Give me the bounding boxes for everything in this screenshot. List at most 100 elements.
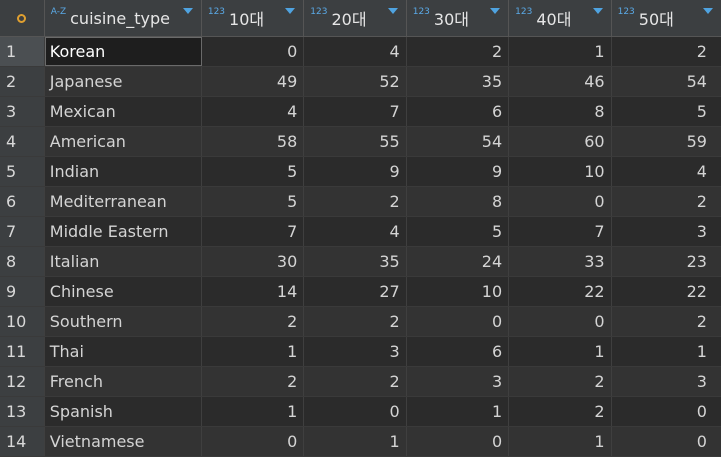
column-header-50s[interactable]: 123 50대 — [612, 0, 721, 36]
cell-cuisine-type[interactable]: French — [45, 367, 202, 396]
cell-count[interactable]: 2 — [304, 367, 407, 396]
cell-count[interactable]: 2 — [304, 307, 407, 336]
cell-count[interactable]: 2 — [202, 307, 305, 336]
sort-arrow-icon[interactable] — [592, 8, 603, 14]
cell-count[interactable]: 7 — [304, 97, 407, 126]
row-number[interactable]: 7 — [0, 217, 45, 246]
cell-count[interactable]: 27 — [304, 277, 407, 306]
cell-count[interactable]: 1 — [509, 37, 612, 66]
table-row[interactable]: 4 American 58 55 54 60 59 — [0, 127, 721, 157]
column-header-10s[interactable]: 123 10대 — [202, 0, 305, 36]
row-number[interactable]: 8 — [0, 247, 45, 276]
cell-count[interactable]: 2 — [407, 37, 510, 66]
cell-count[interactable]: 60 — [509, 127, 612, 156]
cell-count[interactable]: 46 — [509, 67, 612, 96]
cell-count[interactable]: 54 — [407, 127, 510, 156]
cell-count[interactable]: 23 — [612, 247, 721, 276]
cell-count[interactable]: 7 — [202, 217, 305, 246]
cell-count[interactable]: 4 — [304, 217, 407, 246]
table-row[interactable]: 7 Middle Eastern 7 4 5 7 3 — [0, 217, 721, 247]
row-number[interactable]: 11 — [0, 337, 45, 366]
cell-count[interactable]: 58 — [202, 127, 305, 156]
cell-cuisine-type[interactable]: Mexican — [45, 97, 202, 126]
cell-count[interactable]: 5 — [202, 187, 305, 216]
table-row[interactable]: 3 Mexican 4 7 6 8 5 — [0, 97, 721, 127]
sort-arrow-icon[interactable] — [182, 8, 193, 14]
cell-count[interactable]: 2 — [509, 367, 612, 396]
cell-count[interactable]: 1 — [509, 337, 612, 366]
cell-count[interactable]: 9 — [304, 157, 407, 186]
cell-count[interactable]: 1 — [509, 427, 612, 456]
cell-count[interactable]: 0 — [612, 427, 721, 456]
cell-cuisine-type[interactable]: Vietnamese — [45, 427, 202, 456]
cell-count[interactable]: 0 — [407, 307, 510, 336]
sort-arrow-icon[interactable] — [387, 8, 398, 14]
cell-count[interactable]: 6 — [407, 337, 510, 366]
cell-count[interactable]: 22 — [612, 277, 721, 306]
table-row[interactable]: 14 Vietnamese 0 1 0 1 0 — [0, 427, 721, 457]
table-row[interactable]: 1 Korean 0 4 2 1 2 — [0, 37, 721, 67]
cell-count[interactable]: 8 — [509, 97, 612, 126]
cell-count[interactable]: 10 — [509, 157, 612, 186]
row-number[interactable]: 5 — [0, 157, 45, 186]
cell-count[interactable]: 0 — [304, 397, 407, 426]
cell-count[interactable]: 5 — [612, 97, 721, 126]
cell-cuisine-type[interactable]: Mediterranean — [45, 187, 202, 216]
row-number[interactable]: 2 — [0, 67, 45, 96]
cell-count[interactable]: 3 — [612, 367, 721, 396]
cell-count[interactable]: 4 — [304, 37, 407, 66]
cell-count[interactable]: 59 — [612, 127, 721, 156]
cell-count[interactable]: 55 — [304, 127, 407, 156]
sort-arrow-icon[interactable] — [703, 8, 713, 14]
cell-count[interactable]: 54 — [612, 67, 721, 96]
cell-cuisine-type[interactable]: Middle Eastern — [45, 217, 202, 246]
cell-count[interactable]: 0 — [202, 37, 305, 66]
cell-count[interactable]: 35 — [304, 247, 407, 276]
cell-count[interactable]: 49 — [202, 67, 305, 96]
cell-cuisine-type[interactable]: Italian — [45, 247, 202, 276]
table-row[interactable]: 8 Italian 30 35 24 33 23 — [0, 247, 721, 277]
cell-count[interactable]: 1 — [612, 337, 721, 366]
row-number[interactable]: 14 — [0, 427, 45, 456]
cell-count[interactable]: 3 — [612, 217, 721, 246]
cell-count[interactable]: 5 — [202, 157, 305, 186]
column-header-cuisine-type[interactable]: A-Z cuisine_type — [45, 0, 202, 36]
row-number[interactable]: 13 — [0, 397, 45, 426]
table-row[interactable]: 2 Japanese 49 52 35 46 54 — [0, 67, 721, 97]
cell-count[interactable]: 9 — [407, 157, 510, 186]
cell-count[interactable]: 7 — [509, 217, 612, 246]
table-row[interactable]: 9 Chinese 14 27 10 22 22 — [0, 277, 721, 307]
cell-count[interactable]: 4 — [202, 97, 305, 126]
table-row[interactable]: 11 Thai 1 3 6 1 1 — [0, 337, 721, 367]
cell-count[interactable]: 30 — [202, 247, 305, 276]
cell-count[interactable]: 52 — [304, 67, 407, 96]
cell-count[interactable]: 22 — [509, 277, 612, 306]
row-number[interactable]: 1 — [0, 37, 45, 66]
cell-count[interactable]: 3 — [407, 367, 510, 396]
row-number[interactable]: 6 — [0, 187, 45, 216]
cell-count[interactable]: 0 — [407, 427, 510, 456]
column-header-20s[interactable]: 123 20대 — [304, 0, 407, 36]
cell-count[interactable]: 1 — [407, 397, 510, 426]
cell-cuisine-type[interactable]: Southern — [45, 307, 202, 336]
cell-count[interactable]: 0 — [509, 187, 612, 216]
table-row[interactable]: 6 Mediterranean 5 2 8 0 2 — [0, 187, 721, 217]
cell-count[interactable]: 8 — [407, 187, 510, 216]
cell-count[interactable]: 10 — [407, 277, 510, 306]
cell-count[interactable]: 4 — [612, 157, 721, 186]
row-number-header[interactable] — [0, 0, 45, 36]
cell-count[interactable]: 35 — [407, 67, 510, 96]
cell-count[interactable]: 14 — [202, 277, 305, 306]
cell-cuisine-type[interactable]: Spanish — [45, 397, 202, 426]
cell-cuisine-type[interactable]: American — [45, 127, 202, 156]
cell-cuisine-type[interactable]: Indian — [45, 157, 202, 186]
cell-cuisine-type[interactable]: Chinese — [45, 277, 202, 306]
cell-count[interactable]: 1 — [304, 427, 407, 456]
table-row[interactable]: 5 Indian 5 9 9 10 4 — [0, 157, 721, 187]
cell-count[interactable]: 2 — [612, 37, 721, 66]
row-number[interactable]: 9 — [0, 277, 45, 306]
row-number[interactable]: 4 — [0, 127, 45, 156]
cell-count[interactable]: 0 — [509, 307, 612, 336]
cell-count[interactable]: 2 — [612, 187, 721, 216]
cell-count[interactable]: 24 — [407, 247, 510, 276]
